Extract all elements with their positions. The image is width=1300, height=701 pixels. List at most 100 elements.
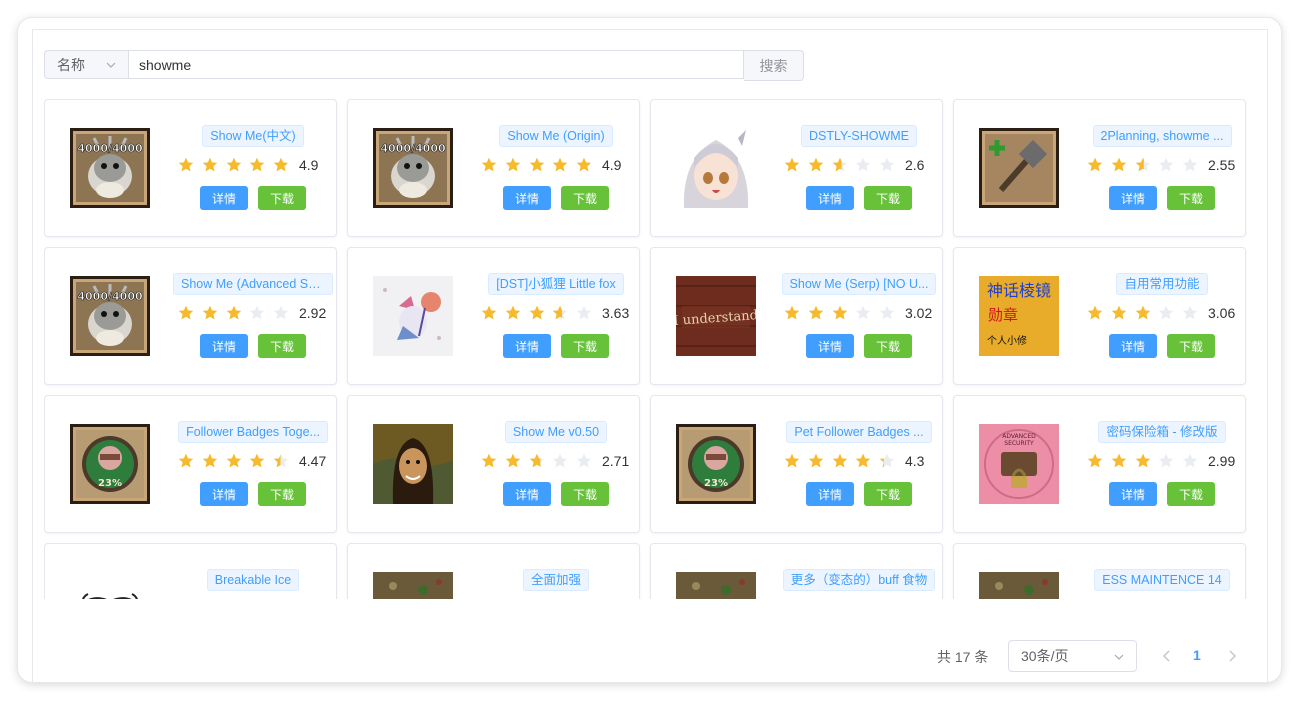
rating-stars (178, 305, 297, 321)
mod-thumbnail[interactable]: 4000/4000 (70, 128, 150, 208)
mod-title[interactable]: Show Me (Serp) [NO U... (781, 273, 937, 295)
star-icon (249, 157, 265, 173)
download-button[interactable]: 下载 (1167, 482, 1215, 506)
mod-title[interactable]: 2Planning, showme ... (1092, 125, 1232, 147)
star-icon (808, 453, 824, 469)
star-icon (202, 453, 218, 469)
rating-score: 3.06 (1207, 305, 1236, 321)
download-button[interactable]: 下载 (864, 186, 912, 210)
star-icon (202, 305, 218, 321)
details-button[interactable]: 详情 (200, 186, 248, 210)
details-button[interactable]: 详情 (806, 334, 854, 358)
download-button[interactable]: 下载 (864, 482, 912, 506)
mod-title[interactable]: Pet Follower Badges ... (786, 421, 932, 443)
total-count: 共 17 条 (937, 649, 989, 665)
mod-title[interactable]: 密码保险箱 - 修改版 (1098, 421, 1226, 443)
svg-text:个人小修: 个人小修 (987, 334, 1027, 347)
mod-thumbnail[interactable]: 4000/4000 (70, 276, 150, 356)
download-button[interactable]: 下载 (561, 482, 609, 506)
page-size-select[interactable]: 30条/页 (1008, 640, 1137, 672)
download-button[interactable]: 下载 (258, 482, 306, 506)
search-bar: 名称 搜索 (44, 50, 804, 81)
mod-rating: 3.06 (1082, 304, 1242, 322)
mod-title[interactable]: Follower Badges Toge... (178, 421, 328, 443)
details-button[interactable]: 详情 (806, 482, 854, 506)
mod-thumbnail[interactable]: 神话棱镜 勋章 个人小修 (979, 276, 1059, 356)
mod-title[interactable]: 全面加强 (522, 569, 589, 591)
mod-title[interactable]: Show Me(中文) (202, 125, 304, 147)
svg-text:4000/4000: 4000/4000 (380, 142, 446, 155)
mod-info: Follower Badges Toge... 4.47 详情 下载 (173, 421, 333, 506)
mod-title[interactable]: DSTLY-SHOWME (800, 125, 917, 147)
pagination: 共 17 条 30条/页 1 (33, 640, 1267, 672)
mod-thumbnail[interactable]: 23% (70, 424, 150, 504)
star-icon (855, 305, 871, 321)
mod-thumbnail[interactable]: ADVANCED SECURITY (979, 424, 1059, 504)
mod-actions: 详情 下载 (476, 334, 636, 358)
download-button[interactable]: 下载 (258, 334, 306, 358)
details-button[interactable]: 详情 (503, 482, 551, 506)
mod-grid-viewport[interactable]: 4000/4000 Show Me(中文) 4.9 详情 下载 4000/400… (44, 99, 1247, 599)
mod-thumbnail[interactable] (979, 572, 1059, 599)
download-button[interactable]: 下载 (561, 186, 609, 210)
mod-title[interactable]: 更多（变态的）buff 食物 (782, 569, 936, 591)
mod-rating: 3.02 (779, 304, 939, 322)
star-icon (1135, 453, 1151, 469)
mod-actions: 详情 下载 (779, 482, 939, 506)
mod-title-wrap: 更多（变态的）buff 食物 (779, 569, 939, 591)
mod-thumbnail[interactable] (676, 128, 756, 208)
mod-thumbnail[interactable] (373, 424, 453, 504)
mod-title[interactable]: Show Me (Advanced Se... (173, 273, 333, 295)
details-button[interactable]: 详情 (806, 186, 854, 210)
rating-score: 2.71 (601, 453, 630, 469)
download-button[interactable]: 下载 (1167, 186, 1215, 210)
prev-page-icon[interactable] (1160, 649, 1174, 663)
details-button[interactable]: 详情 (1109, 334, 1157, 358)
mod-title[interactable]: Show Me v0.50 (504, 421, 608, 443)
details-button[interactable]: 详情 (1109, 186, 1157, 210)
rating-stars (481, 305, 600, 321)
download-button[interactable]: 下载 (258, 186, 306, 210)
mod-title-wrap: 2Planning, showme ... (1082, 125, 1242, 147)
mod-thumbnail[interactable] (676, 572, 756, 599)
download-button[interactable]: 下载 (1167, 334, 1215, 358)
mod-title[interactable]: [DST]小狐狸 Little fox (488, 273, 624, 295)
mod-actions: 详情 下载 (476, 482, 636, 506)
mod-thumbnail[interactable] (979, 128, 1059, 208)
star-icon (178, 453, 194, 469)
search-field-select[interactable]: 名称 (44, 50, 128, 79)
download-button[interactable]: 下载 (864, 334, 912, 358)
mod-card: 23% Pet Follower Badges ... 4.3 详情 下载 (650, 395, 943, 533)
star-icon (178, 305, 194, 321)
details-button[interactable]: 详情 (200, 334, 248, 358)
details-button[interactable]: 详情 (1109, 482, 1157, 506)
mod-card: 4000/4000 Show Me (Origin) 4.9 详情 下载 (347, 99, 640, 237)
details-button[interactable]: 详情 (200, 482, 248, 506)
download-button[interactable]: 下载 (561, 334, 609, 358)
star-icon (1087, 453, 1103, 469)
mod-thumbnail[interactable] (373, 276, 453, 356)
details-button[interactable]: 详情 (503, 334, 551, 358)
star-icon (273, 305, 289, 321)
mod-thumbnail[interactable] (70, 572, 150, 599)
search-button[interactable]: 搜索 (744, 50, 804, 81)
search-input[interactable] (128, 50, 744, 79)
mod-title[interactable]: Breakable Ice (206, 569, 300, 591)
mod-title[interactable]: ESS MAINTENCE 14 (1094, 569, 1230, 591)
page-number-current[interactable]: 1 (1193, 647, 1201, 663)
rating-score: 2.6 (904, 157, 925, 173)
mod-thumbnail[interactable]: I understand (676, 276, 756, 356)
mod-actions: 详情 下载 (173, 186, 333, 210)
mod-thumbnail[interactable]: 4000/4000 (373, 128, 453, 208)
mod-thumbnail[interactable] (373, 572, 453, 599)
mod-title[interactable]: 自用常用功能 (1116, 273, 1208, 295)
mod-info: 更多（变态的）buff 食物 详情下载 (779, 569, 939, 599)
details-button[interactable]: 详情 (503, 186, 551, 210)
star-icon (529, 157, 545, 173)
mod-title[interactable]: Show Me (Origin) (499, 125, 613, 147)
next-page-icon[interactable] (1225, 649, 1239, 663)
mod-thumbnail[interactable]: 23% (676, 424, 756, 504)
star-icon (1111, 305, 1127, 321)
svg-text:神话棱镜: 神话棱镜 (987, 281, 1051, 300)
star-icon (529, 305, 545, 321)
